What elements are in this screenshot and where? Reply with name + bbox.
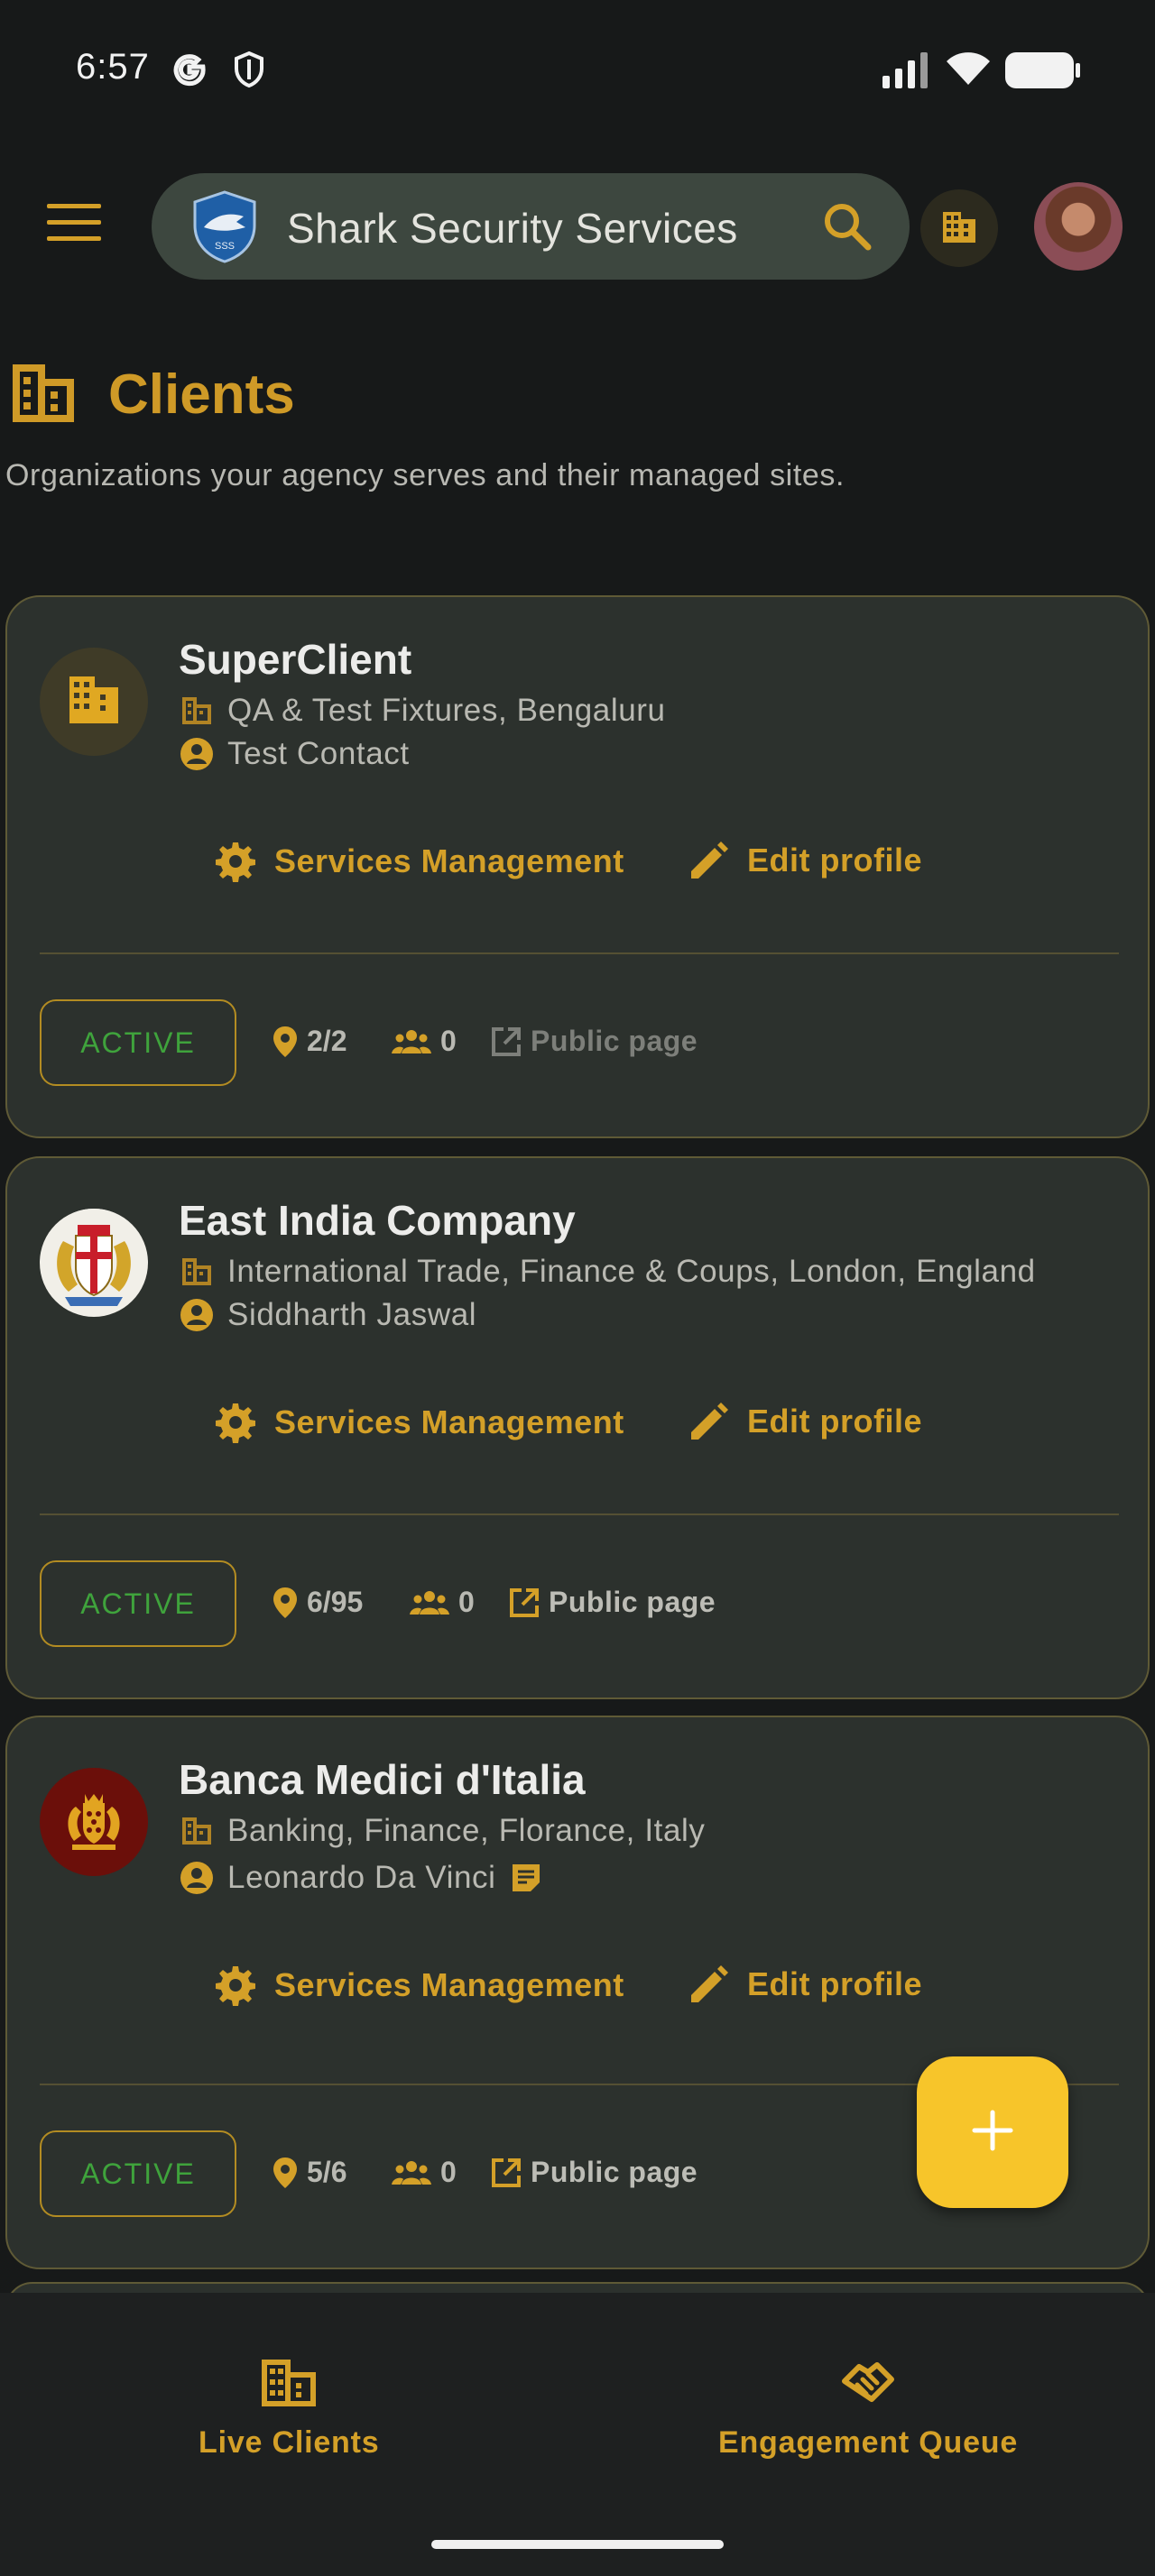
members-count: 0 (410, 1586, 475, 1619)
client-avatar (40, 1208, 148, 1318)
person-icon (179, 736, 215, 772)
services-management-button[interactable]: Services Management (215, 1964, 624, 2006)
client-industry: International Trade, Finance & Coups, Lo… (179, 1254, 1036, 1290)
client-contact-text: Siddharth Jaswal (227, 1297, 477, 1332)
building-icon (939, 207, 979, 251)
building-icon (9, 361, 78, 430)
client-name: East India Company (179, 1197, 576, 1244)
members-count: 0 (392, 2156, 457, 2189)
building-icon (179, 693, 215, 729)
pencil-icon (689, 1964, 729, 2004)
card-divider (40, 1513, 1119, 1515)
services-management-button[interactable]: Services Management (215, 841, 624, 882)
client-industry-text: QA & Test Fixtures, Bengaluru (227, 693, 666, 728)
status-time: 6:57 (76, 47, 150, 87)
public-page-link[interactable]: Public page (491, 2156, 698, 2189)
page-title: Clients (108, 363, 295, 426)
sites-count: 2/2 (273, 1025, 346, 1058)
status-badge: ACTIVE (40, 2130, 236, 2217)
client-industry-text: Banking, Finance, Florance, Italy (227, 1813, 706, 1848)
client-contact: Test Contact (179, 736, 410, 772)
nav-engagement-queue[interactable]: Engagement Queue (718, 2358, 1018, 2461)
google-icon (171, 51, 208, 91)
public-page-link[interactable]: Public page (491, 1025, 698, 1058)
plus-icon (971, 2109, 1014, 2157)
person-icon (179, 1297, 215, 1333)
sites-count: 6/95 (273, 1586, 363, 1619)
group-icon (392, 1028, 431, 1055)
nav-label: Engagement Queue (718, 2425, 1019, 2460)
client-avatar (40, 1768, 148, 1876)
crest-icon (58, 1789, 130, 1856)
wifi-icon (946, 51, 991, 91)
open-in-new-icon (491, 2157, 522, 2188)
pencil-icon (689, 1402, 729, 1441)
group-icon (410, 1589, 449, 1616)
client-avatar (40, 648, 148, 756)
menu-icon[interactable] (47, 204, 101, 249)
members-count: 0 (392, 1025, 457, 1058)
svg-text:SSS: SSS (215, 241, 235, 252)
gear-icon (215, 841, 256, 882)
add-client-button[interactable] (917, 2056, 1068, 2208)
status-badge: ACTIVE (40, 1560, 236, 1647)
shield-icon (233, 51, 265, 93)
app-title: Shark Security Services (287, 205, 738, 252)
gear-icon (215, 1402, 256, 1443)
handshake-icon (839, 2358, 897, 2413)
search-bar[interactable]: SSS Shark Security Services (152, 173, 910, 280)
location-pin-icon (273, 1026, 298, 1058)
open-in-new-icon (509, 1587, 540, 1618)
pencil-icon (689, 841, 729, 880)
client-industry-text: International Trade, Finance & Coups, Lo… (227, 1254, 1036, 1289)
services-management-button[interactable]: Services Management (215, 1402, 624, 1443)
client-industry: QA & Test Fixtures, Bengaluru (179, 693, 666, 729)
coat-of-arms-icon (42, 1208, 146, 1318)
bottom-navigation: Live Clients Engagement Queue (0, 2293, 1155, 2576)
client-card[interactable]: SuperClient QA & Test Fixtures, Bengalur… (5, 595, 1150, 1138)
client-contact: Siddharth Jaswal (179, 1297, 476, 1333)
status-badge: ACTIVE (40, 999, 236, 1086)
location-pin-icon (273, 2157, 298, 2189)
building-icon (179, 1813, 215, 1849)
client-name: Banca Medici d'Italia (179, 1756, 586, 1803)
page-subtitle: Organizations your agency serves and the… (5, 458, 845, 492)
status-bar: 6:57 (0, 0, 1155, 135)
battery-icon (1005, 52, 1081, 93)
shark-logo-icon: SSS (188, 189, 262, 263)
location-pin-icon (273, 1587, 298, 1619)
client-industry: Banking, Finance, Florance, Italy (179, 1813, 706, 1849)
open-in-new-icon (491, 1026, 522, 1057)
client-card[interactable]: East India Company International Trade, … (5, 1156, 1150, 1699)
edit-profile-button[interactable]: Edit profile (689, 1964, 922, 2004)
nav-live-clients[interactable]: Live Clients (199, 2358, 379, 2461)
note-icon[interactable] (511, 1863, 541, 1893)
gear-icon (215, 1964, 256, 2006)
building-icon (179, 1254, 215, 1290)
client-name: SuperClient (179, 636, 412, 683)
client-contact-text: Test Contact (227, 736, 410, 771)
building-icon (260, 2358, 318, 2413)
search-icon[interactable] (819, 198, 875, 259)
user-avatar[interactable] (1034, 182, 1123, 271)
client-contact: Leonardo Da Vinci (179, 1860, 541, 1896)
edit-profile-button[interactable]: Edit profile (689, 1402, 922, 1441)
organization-button[interactable] (920, 189, 998, 267)
card-divider (40, 952, 1119, 954)
sites-count: 5/6 (273, 2156, 346, 2189)
signal-icon (882, 52, 933, 93)
public-page-link[interactable]: Public page (509, 1586, 716, 1619)
client-contact-text: Leonardo Da Vinci (227, 1860, 496, 1895)
group-icon (392, 2159, 431, 2186)
person-icon (179, 1860, 215, 1896)
building-icon (68, 675, 120, 730)
home-indicator[interactable] (431, 2540, 724, 2549)
nav-label: Live Clients (199, 2425, 380, 2460)
edit-profile-button[interactable]: Edit profile (689, 841, 922, 880)
